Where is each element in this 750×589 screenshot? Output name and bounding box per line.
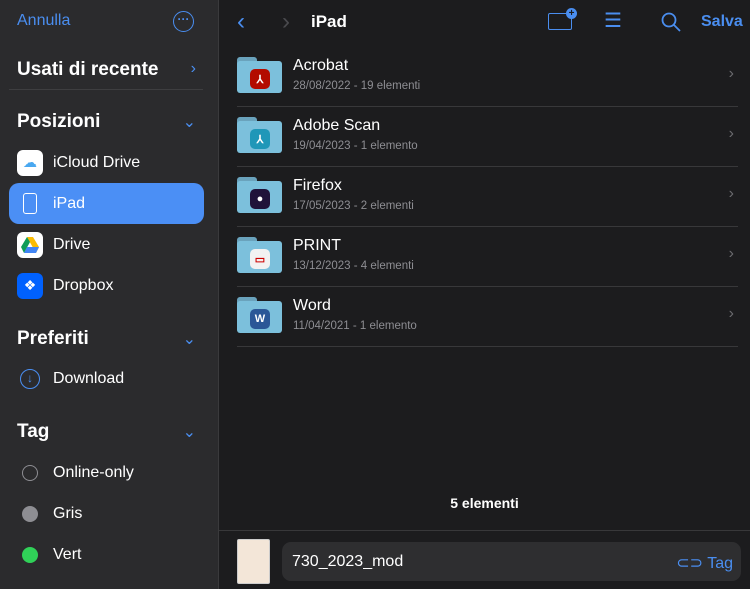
folder-row[interactable]: ▭ PRINT 13/12/2023 - 4 elementi › [237, 227, 738, 287]
item-count: 5 elementi [450, 495, 519, 511]
sidebar-item-label: iCloud Drive [53, 153, 141, 171]
file-browser: ‹ › iPad + ☰ Salva ⅄ Acrobat 28/08/2022 … [219, 0, 750, 589]
download-icon: ↓ [17, 366, 43, 392]
sidebar-tag-vert[interactable]: Vert [9, 534, 204, 575]
chevron-down-icon[interactable]: ⌄ [183, 329, 196, 349]
folder-icon: ▭ [237, 237, 282, 273]
app-icon: ⅄ [250, 69, 270, 89]
filename-field[interactable]: 730_2023_mod ⊂⊃ Tag [282, 542, 741, 581]
search-icon[interactable] [661, 12, 681, 37]
page-title: iPad [311, 12, 347, 31]
more-icon[interactable]: ··· [173, 11, 194, 32]
sidebar-item-label: Download [53, 369, 125, 387]
folder-name: Adobe Scan [293, 117, 381, 134]
divider [9, 89, 203, 90]
chevron-down-icon[interactable]: ⌄ [183, 422, 196, 442]
tag-label: Gris [53, 504, 83, 522]
folder-row[interactable]: W Word 11/04/2021 - 1 elemento › [237, 287, 738, 347]
sidebar-item-label: Dropbox [53, 276, 114, 294]
sidebar: Annulla ··· Usati di recente › Posizioni… [0, 0, 219, 589]
chevron-right-icon: › [728, 245, 734, 262]
folder-icon: ● [237, 177, 282, 213]
new-folder-icon[interactable]: + [548, 8, 577, 30]
filename-value: 730_2023_mod [292, 553, 404, 570]
google-drive-icon [17, 231, 43, 258]
folder-meta: 19/04/2023 - 1 elemento [293, 140, 418, 152]
chevron-right-icon: › [728, 185, 734, 202]
folder-meta: 11/04/2021 - 1 elemento [293, 320, 417, 332]
folder-name: Firefox [293, 177, 342, 194]
tag-label: Tag [707, 555, 733, 572]
sidebar-item-icloud-drive[interactable]: ☁ iCloud Drive [9, 142, 204, 183]
tag-dot-icon [22, 464, 38, 481]
chevron-right-icon: › [728, 65, 734, 82]
sidebar-tag-online-only[interactable]: Online-only [9, 452, 204, 493]
sidebar-item-download[interactable]: ↓ Download [9, 358, 204, 399]
chevron-right-icon: › [728, 305, 734, 322]
chevron-right-icon[interactable]: › [191, 60, 196, 78]
app-icon: ▭ [250, 249, 270, 269]
sidebar-item-drive[interactable]: Drive [9, 224, 204, 265]
sidebar-item-label: iPad [53, 194, 86, 212]
sidebar-item-ipad[interactable]: iPad [9, 183, 204, 224]
sidebar-item-label: Drive [53, 235, 91, 253]
folder-row[interactable]: ● Firefox 17/05/2023 - 2 elementi › [237, 167, 738, 227]
chevron-right-icon: › [728, 125, 734, 142]
folder-name: Acrobat [293, 57, 349, 74]
sidebar-tag-gris[interactable]: Gris [9, 493, 204, 534]
tags-heading: Tag [17, 421, 50, 442]
cancel-button[interactable]: Annulla [17, 12, 70, 30]
app-icon: ⅄ [250, 129, 270, 149]
back-icon[interactable]: ‹ [237, 8, 245, 36]
file-thumbnail [237, 539, 270, 584]
folder-meta: 28/08/2022 - 19 elementi [293, 80, 421, 92]
sidebar-item-dropbox[interactable]: ❖ Dropbox [9, 265, 204, 306]
tag-label: Online-only [53, 463, 134, 481]
ipad-icon [17, 191, 43, 217]
folder-meta: 13/12/2023 - 4 elementi [293, 260, 414, 272]
list-view-icon[interactable]: ☰ [604, 8, 622, 33]
folder-icon: ⅄ [237, 57, 282, 93]
folder-row[interactable]: ⅄ Acrobat 28/08/2022 - 19 elementi › [237, 47, 738, 107]
folder-meta: 17/05/2023 - 2 elementi [293, 200, 414, 212]
folder-name: PRINT [293, 237, 341, 254]
locations-heading: Posizioni [17, 111, 101, 132]
icloud-icon: ☁ [17, 149, 43, 176]
folder-icon: W [237, 297, 282, 333]
recent-link[interactable]: Usati di recente [17, 59, 159, 81]
dropbox-icon: ❖ [17, 272, 43, 299]
tag-label: Vert [53, 545, 82, 563]
forward-icon[interactable]: › [282, 8, 290, 36]
save-button[interactable]: Salva [701, 13, 743, 31]
tag-icon: ⊂⊃ [676, 555, 708, 572]
divider [219, 530, 750, 531]
chevron-down-icon[interactable]: ⌄ [183, 112, 196, 132]
app-icon: W [250, 309, 270, 329]
folder-icon: ⅄ [237, 117, 282, 153]
tag-button[interactable]: ⊂⊃ Tag [676, 553, 733, 573]
tag-dot-icon [22, 546, 38, 563]
app-icon: ● [250, 189, 270, 209]
favorites-heading: Preferiti [17, 328, 89, 349]
folder-name: Word [293, 297, 331, 314]
tag-dot-icon [22, 505, 38, 522]
folder-row[interactable]: ⅄ Adobe Scan 19/04/2023 - 1 elemento › [237, 107, 738, 167]
